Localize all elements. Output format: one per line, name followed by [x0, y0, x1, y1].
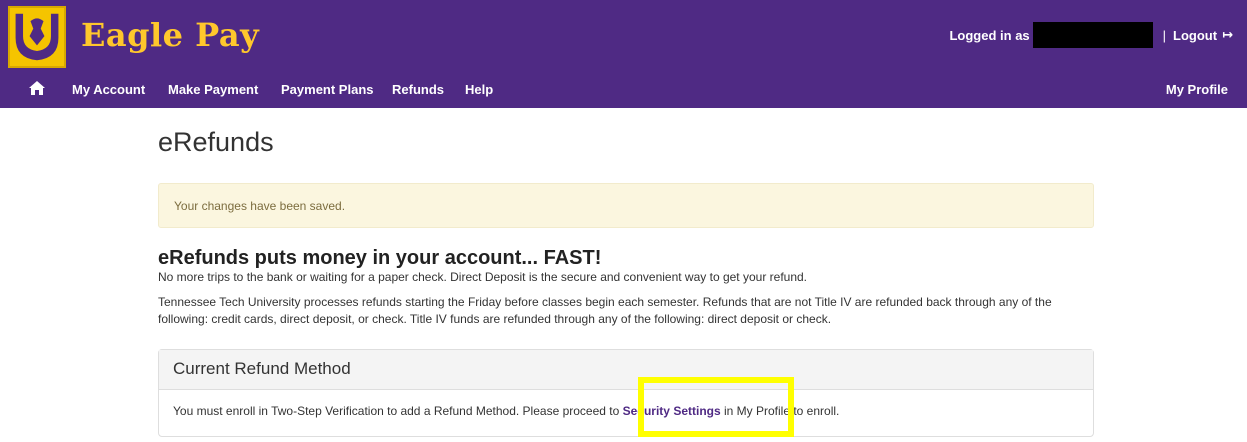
- main-nav: My Account Make Payment Payment Plans Re…: [0, 74, 1247, 106]
- panel-heading: Current Refund Method: [159, 350, 1093, 390]
- home-icon[interactable]: [28, 80, 46, 96]
- nav-my-account[interactable]: My Account: [72, 82, 145, 97]
- security-settings-link[interactable]: Security Settings: [623, 404, 721, 418]
- logged-in-label: Logged in as: [949, 27, 1030, 43]
- message-before: You must enroll in Two-Step Verification…: [173, 404, 623, 418]
- nav-refunds[interactable]: Refunds: [392, 82, 444, 97]
- alert-text: Your changes have been saved.: [174, 199, 346, 213]
- panel-message: You must enroll in Two-Step Verification…: [159, 390, 1093, 418]
- nav-payment-plans[interactable]: Payment Plans: [281, 82, 374, 97]
- top-header: Eagle Pay Logged in as | Logout ↦ My Acc…: [0, 0, 1247, 108]
- policy-paragraph: Tennessee Tech University processes refu…: [158, 295, 1052, 326]
- user-area: Logged in as | Logout ↦: [949, 22, 1233, 48]
- success-alert: Your changes have been saved.: [158, 183, 1094, 228]
- message-after: in My Profile to enroll.: [720, 404, 840, 418]
- section-headline: eRefunds puts money in your account... F…: [158, 247, 602, 269]
- nav-help[interactable]: Help: [465, 82, 493, 97]
- divider: |: [1162, 27, 1167, 43]
- logout-icon[interactable]: ↦: [1222, 27, 1233, 43]
- redacted-username: [1032, 22, 1153, 48]
- page-title: eRefunds: [158, 127, 274, 157]
- refund-method-panel: Current Refund Method You must enroll in…: [158, 349, 1094, 437]
- nav-my-profile[interactable]: My Profile: [1166, 82, 1228, 97]
- eagle-logo-icon[interactable]: [8, 6, 66, 68]
- nav-make-payment[interactable]: Make Payment: [168, 82, 258, 97]
- logout-link[interactable]: Logout: [1173, 28, 1217, 43]
- app-title[interactable]: Eagle Pay: [81, 16, 259, 54]
- intro-paragraph: No more trips to the bank or waiting for…: [158, 270, 808, 284]
